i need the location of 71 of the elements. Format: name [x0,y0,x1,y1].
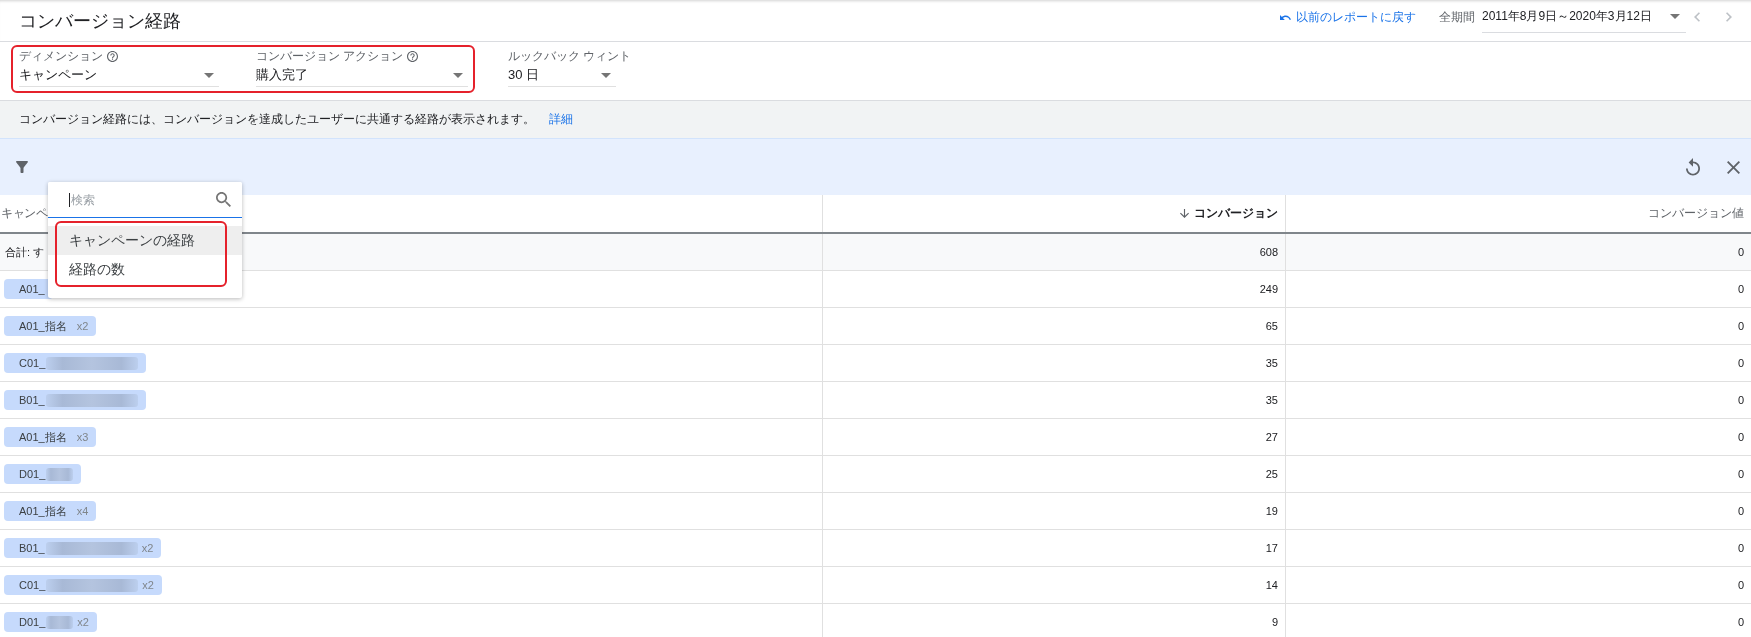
chip-label: B01_ [19,542,45,554]
repeat-count: x2 [76,320,89,332]
table-cell: 0 [1285,234,1751,270]
refresh-icon[interactable] [1686,158,1700,176]
table-cell: 25 [822,456,1285,492]
chip-label: A01_指名 [19,318,67,334]
table-cell: 35 [822,345,1285,381]
page-title: コンバージョン経路 [19,9,181,33]
date-range-dropdown[interactable]: 2011年8月9日～2020年3月12日 [1482,4,1686,33]
chip-label: D01_ [19,468,46,480]
repeat-count: x4 [76,505,89,517]
text-cursor [69,192,70,207]
table-cell: 65 [822,308,1285,344]
column-header[interactable]: キャンペ [1,205,48,222]
close-icon[interactable] [1727,160,1740,174]
chip-label: B01_ [19,394,45,406]
undo-icon [1280,14,1291,20]
repeat-count: x3 [76,431,89,443]
table-cell: 35 [822,382,1285,418]
table-cell: 0 [1285,567,1751,603]
table-cell: 0 [1285,604,1751,637]
filter-icon[interactable] [16,161,28,173]
menu-item[interactable]: キャンペーンの経路 [48,226,242,255]
chip-label: D01_ [19,616,46,628]
chip-label: C01_ [19,357,46,369]
chip-label: A01_指名 [19,429,67,445]
repeat-count: x2 [77,616,89,628]
sort-arrow-icon [1180,209,1189,218]
repeat-count: x2 [141,542,154,554]
table-cell: 0 [1285,308,1751,344]
period-label: 全期間 [1439,8,1475,26]
select-field[interactable]: 30 日 [508,64,616,87]
table-cell: 0 [1285,271,1751,307]
field-label: コンバージョン アクション [256,48,404,65]
table-cell: 0 [1285,345,1751,381]
info-text: コンバージョン経路には、コンバージョンを達成したユーザーに共通する経路が表示されます。 [19,111,535,128]
search-input[interactable]: 検索 [70,190,191,209]
select-field[interactable]: キャンペーン [19,64,219,87]
table-cell: 608 [822,234,1285,270]
search-icon[interactable] [216,192,231,207]
table-cell: 9 [822,604,1285,637]
table-cell: 14 [822,567,1285,603]
table-cell: 0 [1285,382,1751,418]
caret-icon [204,72,214,78]
select-field[interactable]: 購入完了 [256,64,468,87]
redaction-blur [46,615,74,629]
field-label: ルックバック ウィント [508,48,632,65]
back-link[interactable]: 以前のレポートに戻す [1280,8,1416,26]
table-cell: 0 [1285,530,1751,566]
table-cell: 249 [822,271,1285,307]
details-link[interactable]: 詳細 [549,111,573,128]
redaction-blur [46,467,74,481]
table-cell: 17 [822,530,1285,566]
table-cell: 19 [822,493,1285,529]
table-cell: 0 [1285,419,1751,455]
column-header[interactable]: コンバージョン [1180,205,1278,222]
column-header[interactable]: コンバージョン値 [1648,205,1744,222]
help-icon[interactable] [107,51,118,62]
table-cell: 0 [1285,456,1751,492]
search-field[interactable]: 検索 [48,182,242,218]
field-label: ディメンション [19,48,103,65]
table-cell: 0 [1285,493,1751,529]
repeat-count: x2 [142,579,154,591]
chip-label: A01_ [19,283,45,295]
caret-icon [601,72,611,78]
table-cell: 27 [822,419,1285,455]
chip-label: A01_指名 [19,503,67,519]
help-icon[interactable] [407,51,419,62]
caret-icon [453,72,463,78]
chip-label: C01_ [19,579,46,591]
caret-icon [1670,13,1680,19]
